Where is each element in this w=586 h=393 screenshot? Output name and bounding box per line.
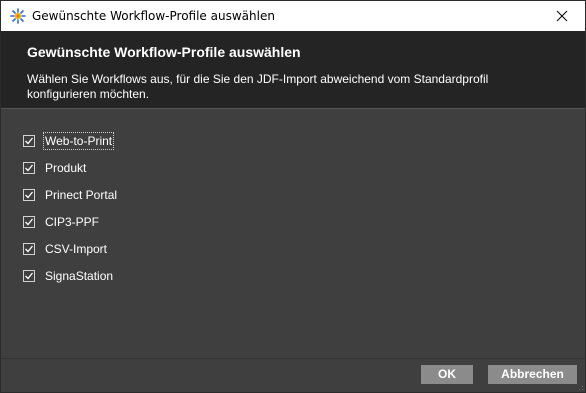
resize-grip-icon[interactable] — [574, 381, 584, 391]
dialog-header: Gewünschte Workflow-Profile auswählen Wä… — [1, 31, 585, 108]
profile-list: Web-to-Print Produkt Prinect Portal CIP3-PP… — [23, 132, 118, 295]
profile-checkbox[interactable] — [23, 189, 35, 201]
title-bar[interactable]: Gewünschte Workflow-Profile auswählen — [1, 1, 585, 31]
profile-item[interactable]: Produkt — [23, 160, 118, 187]
profile-label: Produkt — [45, 161, 87, 175]
profile-item[interactable]: CSV-Import — [23, 241, 118, 268]
profile-label: SignaStation — [45, 269, 114, 283]
app-icon — [10, 8, 26, 24]
checkmark-icon — [25, 272, 34, 280]
cancel-button[interactable]: Abbrechen — [488, 365, 577, 384]
profile-item[interactable]: CIP3-PPF — [23, 214, 118, 241]
profile-item[interactable]: SignaStation — [23, 268, 118, 295]
profile-checkbox[interactable] — [23, 270, 35, 282]
header-divider — [1, 108, 585, 109]
profile-checkbox[interactable] — [23, 162, 35, 174]
profile-checkbox[interactable] — [23, 135, 35, 147]
checkmark-icon — [25, 164, 34, 172]
checkmark-icon — [25, 218, 34, 226]
profile-label: Web-to-Print — [42, 132, 115, 150]
checkmark-icon — [25, 191, 34, 199]
header-title: Gewünschte Workflow-Profile auswählen — [27, 44, 301, 60]
profile-item[interactable]: Prinect Portal — [23, 187, 118, 214]
profile-item[interactable]: Web-to-Print — [23, 132, 118, 160]
profile-checkbox[interactable] — [23, 243, 35, 255]
close-button[interactable] — [539, 1, 585, 31]
profile-label: CIP3-PPF — [45, 215, 100, 229]
profile-label: CSV-Import — [45, 242, 108, 256]
checkmark-icon — [25, 137, 34, 145]
checkmark-icon — [25, 245, 34, 253]
dialog-footer: OK Abbrechen — [1, 359, 585, 392]
profile-checkbox[interactable] — [23, 216, 35, 228]
dialog-window: Gewünschte Workflow-Profile auswählen Ge… — [0, 0, 586, 393]
window-title: Gewünschte Workflow-Profile auswählen — [32, 9, 275, 23]
profile-label: Prinect Portal — [45, 188, 118, 202]
close-icon — [556, 10, 568, 22]
ok-button[interactable]: OK — [421, 365, 473, 384]
header-description: Wählen Sie Workflows aus, für die Sie de… — [27, 72, 489, 101]
